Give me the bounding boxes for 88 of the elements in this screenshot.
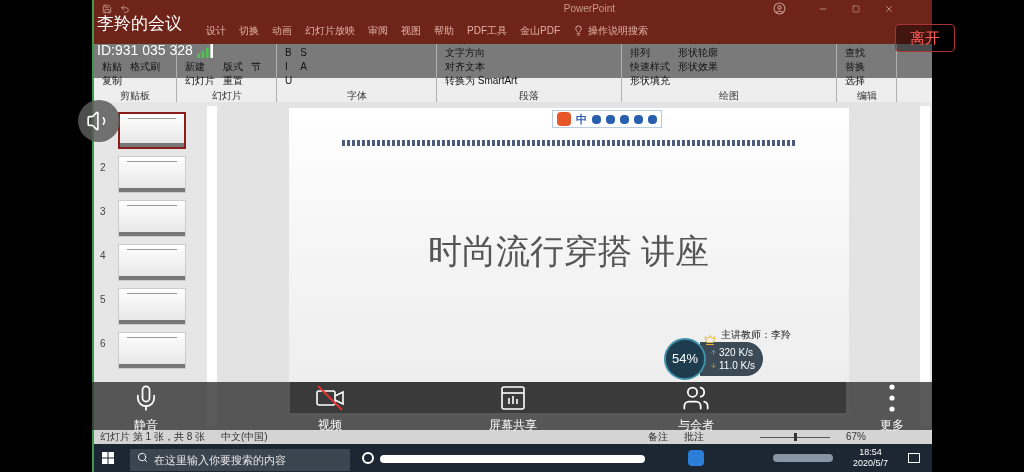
screen-share-icon	[498, 384, 527, 412]
ribbon-command[interactable]: 排列	[630, 46, 670, 60]
ribbon-tab[interactable]: 设计	[206, 23, 226, 38]
zoom-slider-thumb[interactable]	[794, 433, 797, 441]
people-icon	[681, 384, 710, 412]
ribbon-command[interactable]: A	[300, 60, 307, 74]
ribbon-tab[interactable]: 审阅	[368, 23, 388, 38]
presenter-text: 主讲教师：李羚	[720, 328, 791, 342]
upload-arrow-icon	[710, 349, 717, 356]
comments-button[interactable]: 批注	[684, 430, 704, 444]
meeting-title: 李羚的会议	[97, 14, 182, 34]
slide-number: 3	[100, 205, 107, 219]
cortana-icon[interactable]	[362, 452, 374, 464]
zoom-level: 67%	[846, 430, 866, 444]
ime-mode[interactable]: 中	[575, 110, 587, 128]
ribbon-command[interactable]: 重置	[223, 74, 243, 88]
clock-time: 18:54	[859, 447, 882, 458]
ribbon-command[interactable]: 对齐文本	[445, 60, 518, 74]
undo-icon[interactable]	[120, 3, 130, 14]
ribbon-command[interactable]: 新建	[185, 60, 215, 74]
slide-title: 时尚流行穿搭 讲座	[427, 231, 710, 272]
signal-icon	[196, 44, 215, 58]
slide-number: 6	[100, 337, 107, 351]
app-icon[interactable]	[688, 450, 704, 466]
search-icon	[137, 452, 148, 463]
windows-logo-icon[interactable]	[102, 452, 114, 464]
slide-number: 5	[100, 293, 107, 307]
restore-icon[interactable]	[852, 4, 860, 13]
ribbon-tab[interactable]: 视图	[401, 23, 421, 38]
window-title: PowerPoint	[563, 2, 615, 16]
ribbon-command[interactable]: 节	[251, 60, 261, 74]
meeting-id: ID:931 035 328	[97, 42, 193, 58]
ribbon-group-label: 字体	[345, 90, 368, 102]
ribbon-tab[interactable]: 动画	[272, 23, 292, 38]
ribbon-group-label: 段落	[518, 90, 540, 102]
save-icon[interactable]	[102, 3, 112, 14]
ribbon-command[interactable]: 形状轮廓	[678, 46, 718, 60]
user-avatar-icon[interactable]	[773, 2, 786, 15]
ribbon-tab[interactable]: 帮助	[434, 23, 454, 38]
meeting-control-button[interactable]: 静音	[106, 384, 186, 432]
download-speed: 11.0 K/s	[719, 359, 755, 372]
meeting-control-button[interactable]: 屏幕共享	[472, 384, 553, 432]
tell-me-search[interactable]: 操作说明搜索	[588, 23, 648, 38]
ribbon-command[interactable]: I	[285, 60, 293, 74]
ribbon-command[interactable]: 形状效果	[678, 60, 718, 74]
ribbon-tab[interactable]: 切换	[239, 23, 259, 38]
ribbon-group-label: 绘图	[718, 90, 740, 102]
slide-number: 4	[100, 249, 107, 263]
download-arrow-icon	[710, 362, 717, 369]
meeting-control-button[interactable]: 视频	[289, 384, 370, 432]
ribbon-group-label: 幻灯片	[210, 90, 243, 102]
ribbon-group-label: 剪贴板	[119, 90, 151, 102]
lightbulb-icon	[573, 25, 584, 36]
ribbon-command[interactable]: 形状填充	[630, 74, 670, 88]
slide-count: 幻灯片 第 1 张，共 8 张	[100, 430, 205, 444]
close-icon[interactable]	[884, 3, 894, 14]
ribbon-command[interactable]: 选择	[845, 74, 865, 88]
upload-speed: 320 K/s	[719, 346, 753, 359]
meeting-control-button[interactable]: 更多	[852, 384, 932, 432]
ribbon-command[interactable]: S	[300, 46, 307, 60]
ribbon-command[interactable]: U	[285, 74, 293, 88]
taskbar-search-field[interactable]: 在这里输入你要搜索的内容	[130, 449, 350, 471]
language-indicator[interactable]: 中文(中国)	[221, 430, 268, 444]
crown-icon	[704, 334, 716, 346]
clock-date: 2020/5/7	[852, 458, 888, 469]
ribbon-tab[interactable]: 幻灯片放映	[305, 23, 355, 38]
more-icon	[889, 384, 895, 412]
ribbon-tab[interactable]: 金山PDF	[520, 23, 560, 38]
ribbon-command[interactable]: 转换为 SmartArt	[445, 74, 518, 88]
notification-icon[interactable]	[908, 453, 920, 463]
ribbon-tab[interactable]: PDF工具	[467, 23, 507, 38]
ribbon-group-label: 编辑	[855, 90, 878, 102]
notes-button[interactable]: 备注	[648, 430, 668, 444]
ribbon-command[interactable]: 查找	[845, 46, 865, 60]
ribbon-command[interactable]: 幻灯片	[185, 74, 215, 88]
slide-thumbnail[interactable]	[118, 112, 186, 149]
ribbon-command[interactable]: B	[285, 46, 293, 60]
ribbon-command[interactable]: 复制	[102, 74, 122, 88]
ribbon-command[interactable]: 文字方向	[445, 46, 518, 60]
ribbon-command[interactable]: 粘贴	[102, 60, 122, 74]
ribbon-command[interactable]: 快速样式	[630, 60, 670, 74]
slide-number: 2	[100, 161, 107, 175]
speaker-button[interactable]	[78, 100, 120, 142]
ribbon-command[interactable]: 版式	[223, 60, 243, 74]
leave-button[interactable]: 离开	[895, 24, 955, 52]
ribbon-command[interactable]: 格式刷	[130, 60, 160, 74]
ribbon-command[interactable]: 替换	[845, 60, 865, 74]
meeting-control-button[interactable]: 与会者	[655, 384, 736, 432]
